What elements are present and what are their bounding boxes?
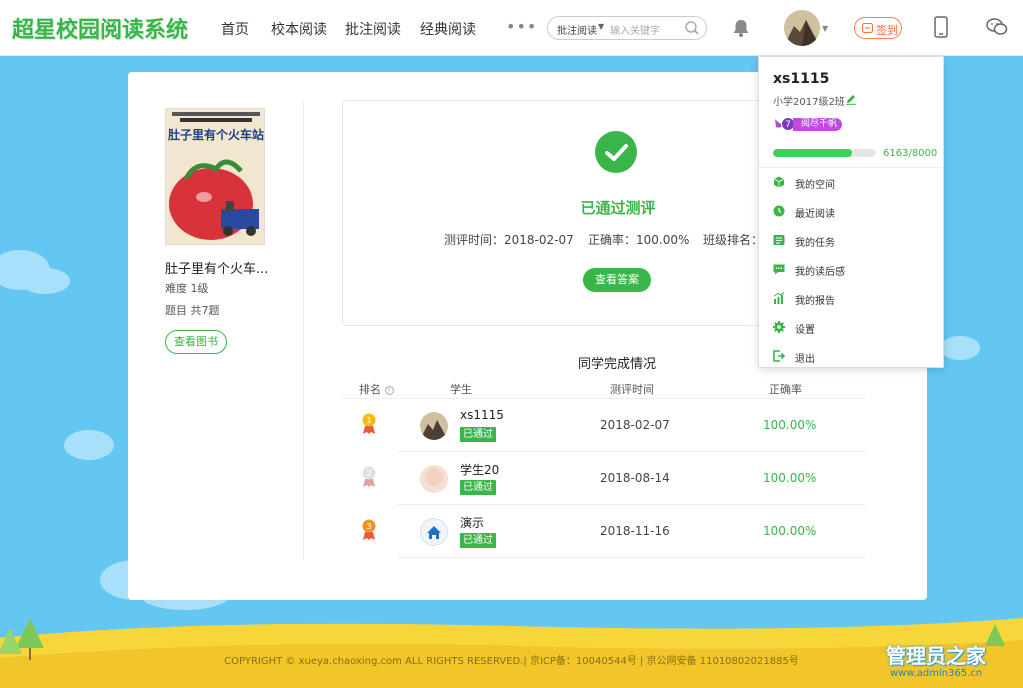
test-date: 2018-08-14 [600, 471, 670, 485]
level-name: 阅尽千帆 [793, 118, 843, 131]
mountain-avatar-icon [784, 10, 820, 46]
app-logo[interactable]: 超星校园阅读系统 [12, 12, 188, 44]
cloud [940, 336, 980, 360]
gear-icon [773, 321, 785, 333]
top-header: 超星校园阅读系统 首页 校本阅读 批注阅读 经典阅读 ••• 批注阅读 ▼ 输入… [0, 0, 1023, 56]
svg-text:1: 1 [366, 416, 371, 425]
coin-icon [862, 23, 873, 33]
accuracy-value: 100.00% [763, 471, 817, 485]
book-cover[interactable]: 肚子里有个火车站 [165, 108, 265, 245]
nav-school-reading[interactable]: 校本阅读 [271, 19, 327, 39]
comment-icon [773, 264, 785, 275]
column-header-student: 学生 [450, 383, 472, 396]
divider [759, 167, 943, 168]
check-circle-icon [595, 131, 637, 173]
status-badge: 已通过 [460, 480, 496, 495]
table-row: 1 xs1115 已通过 2018-02-07 100.00% [342, 399, 866, 452]
nav-home[interactable]: 首页 [221, 19, 249, 39]
column-header-time: 测评时间 [610, 383, 654, 396]
test-date: 2018-02-07 [600, 418, 670, 432]
edit-pencil-icon[interactable] [845, 93, 857, 105]
reading-progress-bar [773, 149, 876, 157]
chart-icon [773, 292, 785, 304]
result-test-time: 测评时间：2018-02-07 [444, 233, 574, 247]
book-cover-title: 肚子里有个火车站 [168, 127, 264, 142]
clock-icon [773, 205, 785, 217]
result-accuracy: 正确率：100.00% [588, 233, 690, 247]
reading-progress-fill [773, 149, 853, 157]
accuracy-value: 100.00% [763, 524, 817, 538]
watermark-title: 管理员之家 [886, 644, 986, 668]
column-header-accuracy: 正确率 [769, 383, 802, 396]
signin-button[interactable]: 签到 [854, 17, 902, 39]
watermark-url: www.admin365.cn [890, 668, 983, 679]
table-row: 3 演示 已通过 2018-11-16 100.00% [342, 505, 866, 558]
home-icon [420, 518, 448, 546]
search-box: 批注阅读 ▼ 输入关键字 [547, 16, 707, 40]
book-cover-illustration: 肚子里有个火车站 [166, 109, 264, 244]
svg-text:2: 2 [366, 469, 371, 478]
bronze-medal-icon: 3 [362, 519, 376, 540]
book-title[interactable]: 肚子里有个火车... [165, 258, 268, 277]
level-badge: 7 阅尽千帆 [773, 115, 849, 133]
chevron-down-icon: ▼ [598, 22, 605, 31]
reading-score: 6163/8000 [883, 148, 938, 159]
column-header-rank: 排名 ? [359, 381, 394, 397]
status-badge: 已通过 [460, 427, 496, 442]
divider [303, 100, 304, 560]
menu-class-name: 小学2017级2班 [773, 97, 845, 108]
divider [398, 557, 866, 558]
signin-label: 签到 [876, 24, 898, 37]
book-difficulty: 难度 1级 [165, 282, 209, 295]
nav-annotation-reading[interactable]: 批注阅读 [345, 19, 401, 39]
mobile-phone-icon[interactable] [934, 16, 948, 38]
test-date: 2018-11-16 [600, 524, 670, 538]
result-class-rank: 班级排名： [703, 233, 764, 247]
status-badge: 已通过 [460, 533, 496, 548]
view-answers-button[interactable]: 查看答案 [583, 268, 651, 292]
student-name[interactable]: 学生20 [460, 461, 499, 478]
view-book-button[interactable]: 查看图书 [165, 330, 227, 354]
nav-classic-reading[interactable]: 经典阅读 [420, 19, 476, 39]
logout-icon [773, 350, 785, 362]
task-list-icon [773, 235, 785, 245]
search-type-select[interactable]: 批注阅读 [557, 22, 597, 37]
menu-username: xs1115 [773, 71, 830, 87]
cloud [20, 268, 70, 294]
search-icon[interactable] [684, 20, 700, 36]
nav-more-button[interactable]: ••• [506, 17, 537, 36]
student-name[interactable]: 演示 [460, 514, 484, 531]
svg-text:3: 3 [366, 522, 371, 531]
silver-medal-icon: 2 [362, 466, 376, 487]
watermark: 管理员之家 www.admin365.cn [886, 640, 1018, 684]
bell-icon[interactable] [731, 18, 751, 38]
book-question-count: 题目 共7题 [165, 304, 220, 317]
user-avatar[interactable] [784, 10, 820, 46]
footer-copyright: COPYRIGHT © xueya.chaoxing.com ALL RIGHT… [224, 656, 799, 667]
cloud [64, 430, 114, 460]
avatar[interactable] [420, 465, 448, 493]
avatar[interactable] [420, 412, 448, 440]
user-menu-dropdown: xs1115 小学2017级2班 7 阅尽千帆 6163/8000 我的空间 最… [758, 56, 944, 368]
table-row: 2 学生20 已通过 2018-08-14 100.00% [342, 452, 866, 505]
chevron-down-icon[interactable]: ▼ [822, 24, 828, 33]
student-name[interactable]: xs1115 [460, 408, 504, 422]
gold-medal-icon: 1 [362, 413, 376, 434]
search-input[interactable]: 输入关键字 [610, 22, 660, 37]
classmates-section-title: 同学完成情况 [578, 357, 657, 372]
accuracy-value: 100.00% [763, 418, 817, 432]
wechat-icon[interactable] [986, 17, 1008, 37]
help-icon[interactable]: ? [384, 386, 394, 395]
cube-icon [773, 176, 785, 188]
avatar[interactable] [420, 518, 448, 546]
